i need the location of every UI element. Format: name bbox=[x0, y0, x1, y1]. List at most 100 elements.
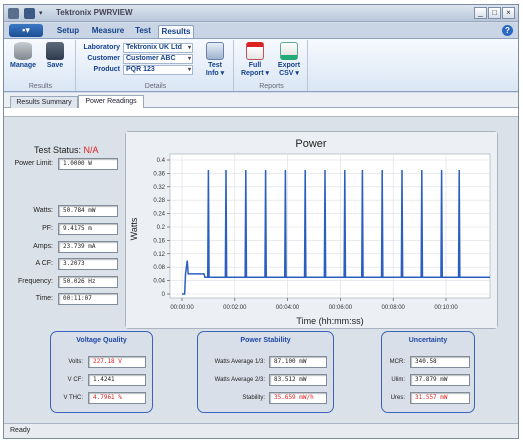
power-stability-title: Power Stability bbox=[240, 337, 291, 344]
watts-avg-2-value: 83.512 mW bbox=[269, 374, 327, 386]
watts-avg-1-label: Watts Average 1/3: bbox=[214, 359, 265, 365]
x-tick-label: 00:10:00 bbox=[434, 305, 458, 311]
minimize-button[interactable]: _ bbox=[474, 7, 487, 19]
floppy-disk-icon bbox=[46, 42, 64, 60]
product-select[interactable]: PQR 123 ▾ bbox=[123, 65, 193, 75]
watts-label: Watts: bbox=[33, 207, 53, 214]
volts-row: Volts: 227.18 V bbox=[55, 356, 149, 368]
test-status-value: N/A bbox=[83, 145, 99, 155]
details-group-label: Details bbox=[144, 83, 167, 90]
volts-value: 227.18 V bbox=[88, 356, 146, 368]
tab-power-readings[interactable]: Power Readings bbox=[78, 95, 144, 109]
x-tick-label: 00:00:00 bbox=[170, 305, 194, 311]
customer-select[interactable]: Customer ABC ▾ bbox=[123, 54, 193, 64]
chevron-down-icon: ▾ bbox=[187, 56, 191, 62]
time-row: Time: 00:11:07 bbox=[8, 293, 120, 305]
y-tick-label: 0.32 bbox=[153, 185, 165, 191]
full-report-button[interactable]: Full Report ▾ bbox=[240, 42, 270, 77]
laboratory-select[interactable]: Tektronix UK Ltd ▾ bbox=[123, 43, 193, 53]
application-menu-button[interactable]: ▪▾ bbox=[9, 24, 43, 37]
product-value: PQR 123 bbox=[126, 66, 155, 73]
export-csv-label-2: CSV ▾ bbox=[279, 70, 299, 77]
watts-avg-2-label: Watts Average 2/3: bbox=[214, 377, 265, 383]
application-window: ▾ Tektronix PWRVIEW _ □ × ▪▾ Setup Measu… bbox=[3, 4, 519, 439]
test-info-label-2: Info ▾ bbox=[205, 70, 225, 77]
customer-field: Customer Customer ABC ▾ bbox=[82, 54, 202, 64]
chevron-down-icon: ▾ bbox=[187, 67, 191, 73]
y-tick-label: 0.24 bbox=[153, 212, 165, 218]
ribbon-tab-row: ▪▾ Setup Measure Test Results ? bbox=[4, 23, 518, 38]
tab-results-summary[interactable]: Results Summary bbox=[10, 96, 78, 108]
tab-test[interactable]: Test bbox=[130, 25, 156, 38]
vthc-row: V THC: 4.7961 % bbox=[55, 392, 149, 404]
product-label: Product bbox=[93, 66, 120, 73]
laboratory-field: Laboratory Tektronix UK Ltd ▾ bbox=[82, 43, 202, 53]
tab-measure[interactable]: Measure bbox=[88, 25, 128, 38]
manage-label: Manage bbox=[10, 62, 37, 69]
mcr-row: MCR: 340.58 bbox=[385, 356, 473, 368]
pf-label: PF: bbox=[42, 225, 53, 232]
ribbon: Manage Save Results Laboratory Tektronix… bbox=[4, 38, 518, 92]
export-csv-button[interactable]: Export CSV ▾ bbox=[274, 42, 304, 77]
power-limit-field[interactable]: 1.0000 W bbox=[58, 158, 118, 170]
pdf-file-icon bbox=[246, 42, 264, 60]
watts-row: Watts: 50.784 mW bbox=[8, 205, 120, 217]
details-group: Laboratory Tektronix UK Ltd ▾ Customer Cu… bbox=[78, 40, 234, 91]
laboratory-label: Laboratory bbox=[83, 44, 120, 51]
amps-value: 23.739 mA bbox=[58, 241, 118, 253]
vcf-label: V CF: bbox=[67, 377, 83, 383]
chevron-down-icon: ▾ bbox=[187, 45, 191, 51]
pf-value: 9.4175 m bbox=[58, 223, 118, 235]
save-button[interactable]: Save bbox=[42, 42, 68, 69]
amps-label: Amps: bbox=[33, 243, 53, 250]
quick-save-icon[interactable] bbox=[24, 8, 35, 19]
quick-access-dropdown-icon[interactable]: ▾ bbox=[39, 8, 50, 19]
ures-value: 31.557 mW bbox=[410, 392, 470, 404]
manage-button[interactable]: Manage bbox=[10, 42, 36, 69]
tab-results[interactable]: Results bbox=[158, 25, 194, 38]
full-report-label-2: Report ▾ bbox=[240, 70, 269, 77]
acf-label: A CF: bbox=[35, 260, 53, 267]
vcf-row: V CF: 1.4241 bbox=[55, 374, 149, 386]
ulim-row: Ulim: 37.879 mW bbox=[385, 374, 473, 386]
ruler-strip bbox=[4, 108, 518, 117]
x-tick-label: 00:08:00 bbox=[382, 305, 406, 311]
results-group-label: Results bbox=[28, 83, 53, 90]
status-text: Ready bbox=[10, 427, 31, 434]
test-info-button[interactable]: Test Info ▾ bbox=[200, 42, 230, 77]
vthc-value: 4.7961 % bbox=[88, 392, 146, 404]
y-tick-label: 0.28 bbox=[153, 198, 165, 204]
y-tick-label: 0.12 bbox=[153, 252, 165, 258]
mcr-label: MCR: bbox=[389, 359, 405, 365]
power-limit-row: Power Limit: 1.0000 W bbox=[8, 158, 120, 170]
results-group: Manage Save Results bbox=[6, 40, 76, 91]
document-tab-row: Results Summary Power Readings bbox=[4, 93, 518, 109]
power-chart-svg: Power 00.040.080.120.160.20.240.280.320.… bbox=[126, 132, 497, 328]
tab-setup[interactable]: Setup bbox=[52, 25, 84, 38]
pf-row: PF: 9.4175 m bbox=[8, 223, 120, 235]
mcr-value: 340.58 bbox=[410, 356, 470, 368]
vthc-label: V THC: bbox=[63, 395, 83, 401]
export-csv-label-1: Export bbox=[277, 62, 301, 69]
time-label: Time: bbox=[35, 295, 53, 302]
save-label: Save bbox=[46, 62, 64, 69]
y-tick-label: 0.08 bbox=[153, 265, 165, 271]
status-bar: Ready bbox=[4, 423, 518, 438]
stability-row: Stability: 35.659 mW/h bbox=[201, 392, 331, 404]
ulim-label: Ulim: bbox=[391, 377, 405, 383]
watts-avg-1-value: 87.100 mW bbox=[269, 356, 327, 368]
y-tick-label: 0.36 bbox=[153, 171, 165, 177]
watts-value: 50.784 mW bbox=[58, 205, 118, 217]
power-limit-label: Power Limit: bbox=[14, 160, 53, 167]
ulim-value: 37.879 mW bbox=[410, 374, 470, 386]
restore-button[interactable]: □ bbox=[488, 7, 501, 19]
close-button[interactable]: × bbox=[502, 7, 515, 19]
chart-title: Power bbox=[295, 138, 327, 150]
help-icon[interactable]: ? bbox=[502, 25, 513, 36]
acf-row: A CF: 3.2073 bbox=[8, 258, 120, 270]
reports-group: Full Report ▾ Export CSV ▾ Reports bbox=[236, 40, 308, 91]
customer-value: Customer ABC bbox=[126, 55, 176, 62]
y-tick-label: 0.04 bbox=[153, 279, 165, 285]
y-tick-label: 0.2 bbox=[157, 225, 166, 231]
uncertainty-title: Uncertainty bbox=[408, 337, 448, 344]
